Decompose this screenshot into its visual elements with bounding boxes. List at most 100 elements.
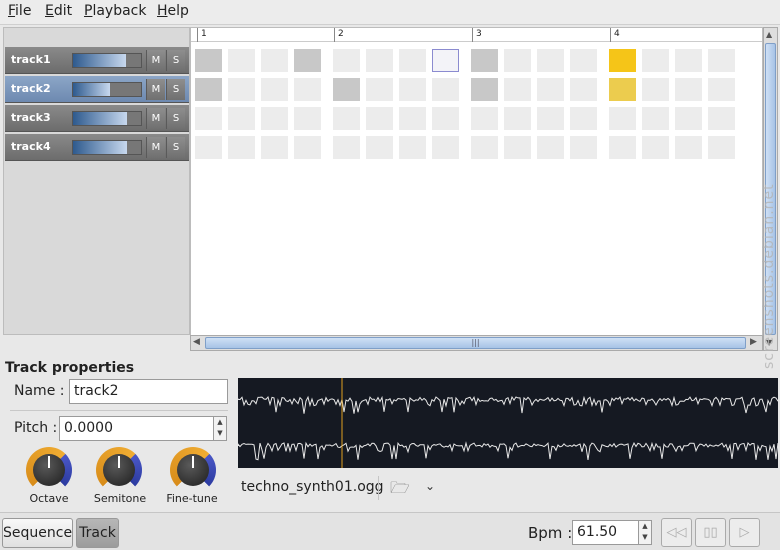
step-cell[interactable] [675, 136, 702, 159]
step-cell[interactable] [432, 78, 459, 101]
pitch-input[interactable]: 0.0000 [59, 416, 214, 441]
step-cell[interactable] [471, 107, 498, 130]
step-cell[interactable] [708, 49, 735, 72]
step-cell[interactable] [261, 49, 288, 72]
step-cell[interactable] [366, 136, 393, 159]
step-cell[interactable] [504, 136, 531, 159]
step-cell[interactable] [642, 78, 669, 101]
step-cell[interactable] [228, 49, 255, 72]
chevron-down-icon[interactable]: ⌄ [425, 479, 435, 493]
bpm-input[interactable]: 61.50 [572, 520, 639, 545]
volume-slider[interactable] [72, 82, 142, 97]
step-cell[interactable] [294, 136, 321, 159]
track-row[interactable]: track1 M S [5, 47, 189, 74]
solo-button[interactable]: S [166, 108, 185, 129]
mute-button[interactable]: M [146, 79, 165, 100]
play-button[interactable]: ▷ [729, 518, 760, 547]
step-cell[interactable] [504, 49, 531, 72]
octave-knob[interactable] [26, 447, 72, 493]
scroll-right-icon[interactable]: ▶ [750, 337, 757, 347]
step-cell[interactable] [609, 136, 636, 159]
step-cell[interactable] [642, 136, 669, 159]
step-cell[interactable] [261, 136, 288, 159]
step-cell[interactable] [609, 78, 636, 101]
step-cell[interactable] [570, 49, 597, 72]
bpm-stepper[interactable]: ▲ ▼ [638, 520, 652, 545]
step-cell[interactable] [471, 136, 498, 159]
step-cell[interactable] [570, 78, 597, 101]
step-cell[interactable] [609, 49, 636, 72]
solo-button[interactable]: S [166, 79, 185, 100]
step-cell[interactable] [537, 136, 564, 159]
step-cell[interactable] [399, 107, 426, 130]
mute-button[interactable]: M [146, 137, 165, 158]
step-cell[interactable] [570, 136, 597, 159]
horizontal-scrollbar[interactable]: ◀ ||| ▶ [190, 335, 763, 351]
track-tab-button[interactable]: Track [76, 518, 119, 548]
scroll-thumb[interactable]: ||| [205, 337, 746, 349]
step-cell[interactable] [195, 49, 222, 72]
fine-tune-knob[interactable] [170, 447, 216, 493]
step-cell[interactable] [228, 136, 255, 159]
step-cell[interactable] [333, 78, 360, 101]
step-cell[interactable] [675, 49, 702, 72]
menu-playback[interactable]: Playback [84, 3, 146, 19]
step-cell[interactable] [333, 107, 360, 130]
step-cell[interactable] [537, 49, 564, 72]
step-cell[interactable] [195, 136, 222, 159]
step-cell[interactable] [195, 78, 222, 101]
step-cell[interactable] [366, 49, 393, 72]
step-cell[interactable] [399, 49, 426, 72]
step-cell[interactable] [708, 78, 735, 101]
volume-slider[interactable] [72, 140, 142, 155]
sequence-tab-button[interactable]: Sequence [2, 518, 73, 548]
step-cell[interactable] [471, 78, 498, 101]
scroll-up-icon[interactable]: ▲ [766, 30, 772, 39]
solo-button[interactable]: S [166, 50, 185, 71]
step-cell[interactable] [228, 107, 255, 130]
step-cell[interactable] [294, 107, 321, 130]
step-cell[interactable] [432, 107, 459, 130]
scroll-left-icon[interactable]: ◀ [193, 337, 200, 347]
track-row[interactable]: track2 M S [5, 76, 189, 103]
step-cell[interactable] [294, 49, 321, 72]
step-cell[interactable] [432, 136, 459, 159]
step-cell[interactable] [333, 49, 360, 72]
step-cell[interactable] [570, 107, 597, 130]
waveform-view[interactable] [238, 378, 778, 468]
step-cell[interactable] [609, 107, 636, 130]
step-cell[interactable] [432, 49, 459, 72]
volume-slider[interactable] [72, 53, 142, 68]
step-cell[interactable] [471, 49, 498, 72]
folder-open-icon[interactable]: 🗁 [390, 477, 410, 504]
step-cell[interactable] [675, 78, 702, 101]
semitone-knob[interactable] [96, 447, 142, 493]
step-cell[interactable] [708, 107, 735, 130]
step-cell[interactable] [642, 107, 669, 130]
track-row[interactable]: track4 M S [5, 134, 189, 161]
step-cell[interactable] [708, 136, 735, 159]
step-cell[interactable] [333, 136, 360, 159]
menu-edit[interactable]: Edit [45, 3, 72, 19]
step-cell[interactable] [294, 78, 321, 101]
step-cell[interactable] [366, 107, 393, 130]
step-cell[interactable] [366, 78, 393, 101]
step-cell[interactable] [261, 107, 288, 130]
pitch-stepper[interactable]: ▲ ▼ [213, 416, 227, 441]
step-cell[interactable] [537, 78, 564, 101]
track-name-input[interactable]: track2 [69, 379, 228, 404]
step-cell[interactable] [642, 49, 669, 72]
step-cell[interactable] [504, 78, 531, 101]
solo-button[interactable]: S [166, 137, 185, 158]
step-cell[interactable] [399, 136, 426, 159]
mute-button[interactable]: M [146, 50, 165, 71]
rewind-button[interactable]: ◁◁ [661, 518, 692, 547]
menu-help[interactable]: Help [157, 3, 189, 19]
step-cell[interactable] [261, 78, 288, 101]
step-cell[interactable] [504, 107, 531, 130]
step-cell[interactable] [228, 78, 255, 101]
step-cell[interactable] [675, 107, 702, 130]
track-row[interactable]: track3 M S [5, 105, 189, 132]
step-cell[interactable] [537, 107, 564, 130]
mute-button[interactable]: M [146, 108, 165, 129]
